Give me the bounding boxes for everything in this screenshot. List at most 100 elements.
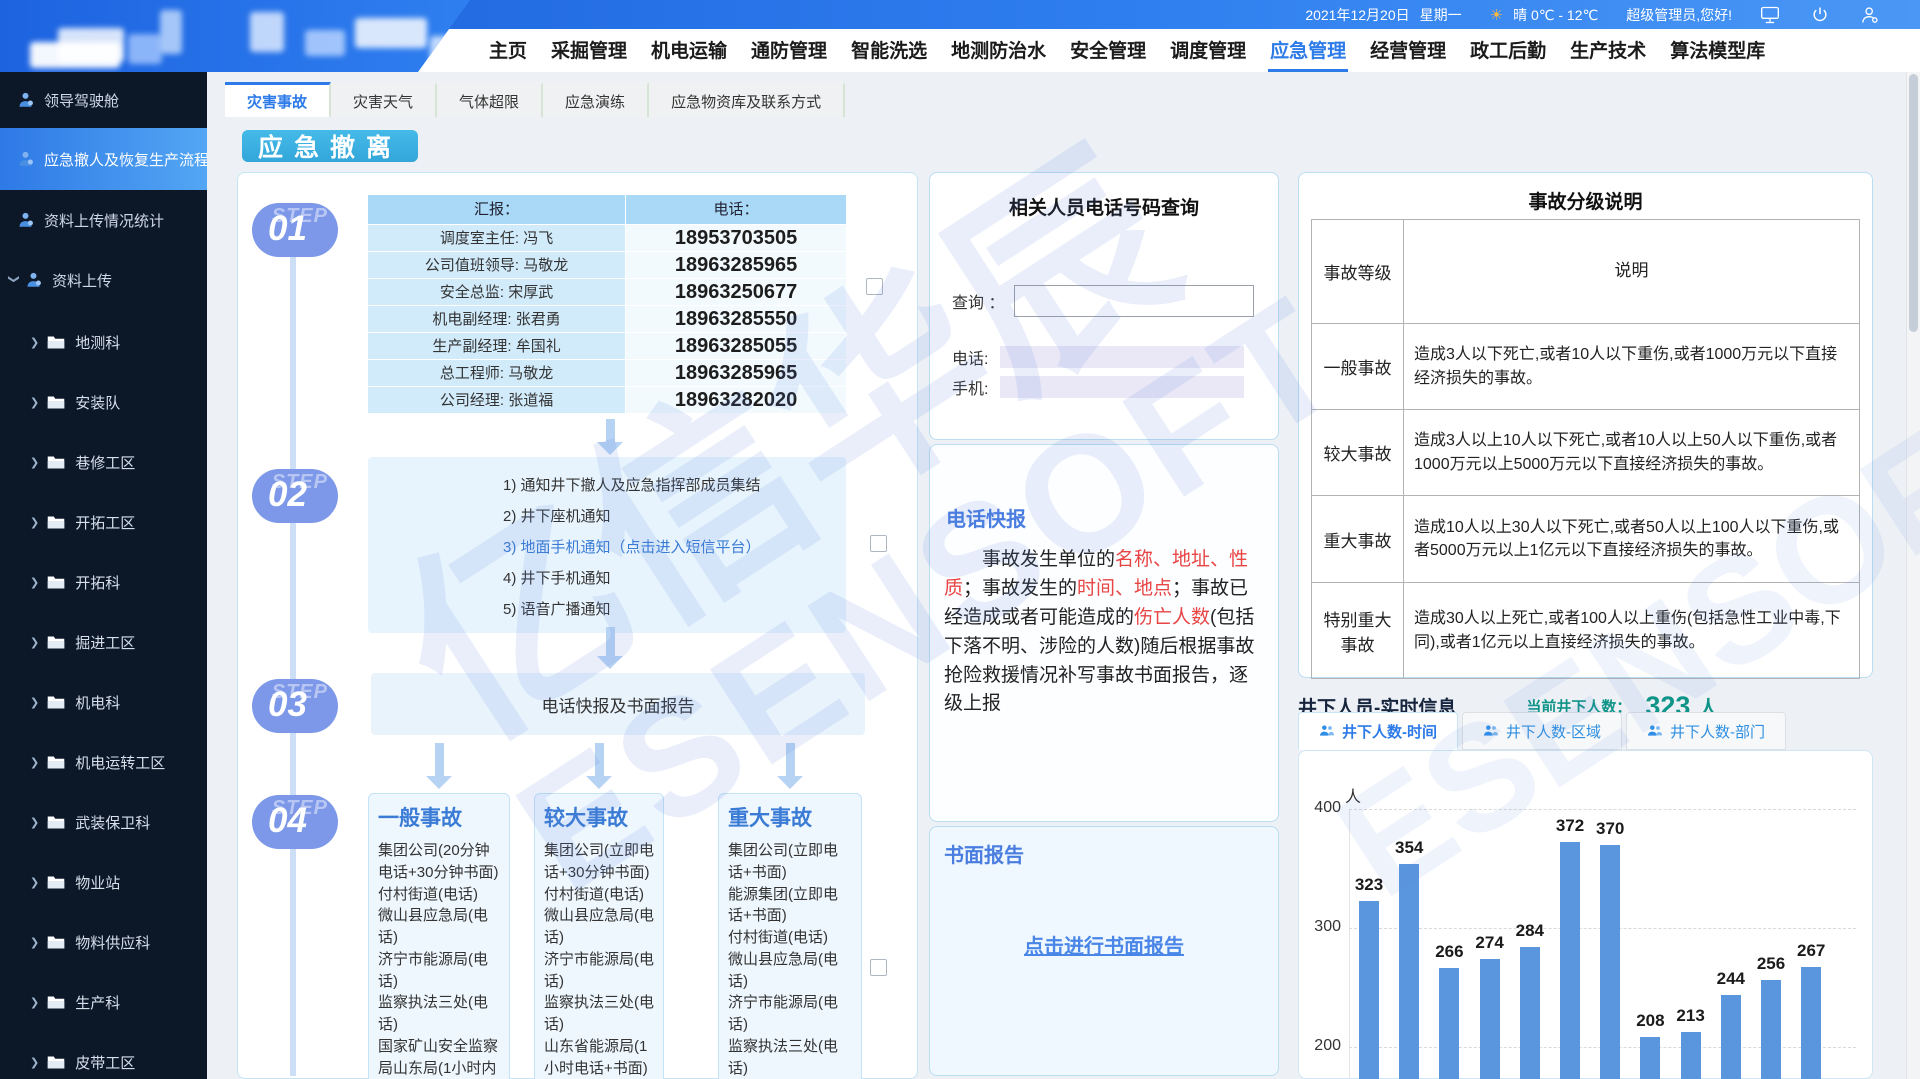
accident-box-line: 能源集团(立即电话+书面)	[728, 884, 852, 928]
contact-name: 公司值班领导: 马敬龙	[368, 252, 626, 279]
emergency-flow-panel: STEP01 汇报： 电话： 调度室主任: 冯飞18953703505公司值班领…	[237, 172, 918, 1079]
chart-tab-井下人数-区域[interactable]: 井下人数-区域	[1462, 712, 1622, 750]
grade-level: 一般事故	[1312, 324, 1404, 409]
paragraph-text: ；事故发生的	[963, 578, 1077, 599]
current-date: 2021年12月20日	[1305, 5, 1409, 25]
phone-bulletin-heading: 电话快报	[946, 503, 1278, 532]
nav-item-地测防治水[interactable]: 地测防治水	[949, 29, 1048, 72]
chart-tab-label: 井下人数-区域	[1506, 721, 1601, 742]
chart-bar	[1640, 1037, 1660, 1079]
sidebar-folder-武装保卫科[interactable]: ❯武装保卫科	[0, 792, 207, 852]
accident-box-line: 监察执法三处(电话)	[544, 992, 654, 1036]
chart-tab-井下人数-部门[interactable]: 井下人数-部门	[1626, 712, 1786, 750]
nav-item-采掘管理[interactable]: 采掘管理	[549, 29, 629, 72]
sidebar-folder-安装队[interactable]: ❯安装队	[0, 372, 207, 432]
sidebar-item-资料上传情况统计[interactable]: 资料上传情况统计	[0, 190, 207, 250]
accident-box-line: 付村街道(电话)	[544, 884, 654, 906]
tab-灾害天气[interactable]: 灾害天气	[331, 82, 437, 117]
table-row: 公司值班领导: 马敬龙18963285965	[368, 252, 846, 279]
sidebar-item-label: 领导驾驶舱	[44, 90, 119, 111]
sidebar-item-资料上传[interactable]: ❯资料上传	[0, 250, 207, 310]
sidebar-folder-开拓工区[interactable]: ❯开拓工区	[0, 492, 207, 552]
nav-item-应急管理[interactable]: 应急管理	[1268, 29, 1348, 72]
tab-灾害事故[interactable]: 灾害事故	[225, 82, 331, 117]
step2-checkbox[interactable]	[870, 535, 887, 552]
power-icon[interactable]	[1810, 5, 1830, 25]
chevron-right-icon: ❯	[30, 456, 39, 469]
step4-checkbox[interactable]	[870, 959, 887, 976]
nav-item-智能洗选[interactable]: 智能洗选	[849, 29, 929, 72]
nav-item-调度管理[interactable]: 调度管理	[1168, 29, 1248, 72]
sidebar-item-label: 应急撤人及恢复生产流程	[44, 149, 207, 170]
grade-col-desc: 说明	[1404, 220, 1859, 323]
sidebar-folder-生产科[interactable]: ❯生产科	[0, 972, 207, 1032]
query-card-title: 相关人员电话号码查询	[930, 193, 1278, 220]
scrollbar-thumb[interactable]	[1909, 74, 1918, 332]
sidebar-folder-物业站[interactable]: ❯物业站	[0, 852, 207, 912]
folder-icon	[39, 755, 75, 770]
chart-bar	[1520, 947, 1540, 1079]
contact-phone: 18963285550	[626, 306, 846, 333]
tab-应急物资库及联系方式[interactable]: 应急物资库及联系方式	[649, 82, 845, 117]
user-settings-icon[interactable]	[1860, 5, 1880, 25]
sms-platform-link[interactable]: 3) 地面手机通知（点击进入短信平台）	[503, 532, 846, 563]
folder-icon	[39, 335, 75, 350]
person-icon	[0, 211, 44, 229]
folder-icon	[39, 815, 75, 830]
chart-bar	[1600, 845, 1620, 1079]
written-report-link[interactable]: 点击进行书面报告	[930, 930, 1278, 959]
tab-气体超限[interactable]: 气体超限	[437, 82, 543, 117]
grade-table: 事故等级 说明 一般事故造成3人以下死亡,或者10人以下重伤,或者1000万元以…	[1311, 219, 1860, 679]
folder-icon	[39, 1055, 75, 1070]
people-icon	[1319, 723, 1335, 739]
weather-text: 晴 0℃ - 12℃	[1513, 5, 1598, 25]
sidebar-folder-巷修工区[interactable]: ❯巷修工区	[0, 432, 207, 492]
sidebar-folder-物料供应科[interactable]: ❯物料供应科	[0, 912, 207, 972]
paragraph-text: 事故发生单位的	[944, 549, 1115, 570]
highlight-red-text: 伤亡人数	[1134, 607, 1210, 628]
person-icon	[0, 150, 44, 168]
contact-name: 公司经理: 张道福	[368, 387, 626, 414]
nav-item-算法模型库[interactable]: 算法模型库	[1668, 29, 1767, 72]
chart-tab-label: 井下人数-部门	[1670, 721, 1765, 742]
accident-box-line: 济宁市能源局(电话)	[728, 992, 852, 1036]
accident-box-line: 微山县应急局(电话)	[378, 905, 500, 949]
sidebar-folder-地测科[interactable]: ❯地测科	[0, 312, 207, 372]
chevron-right-icon: ❯	[30, 936, 39, 949]
grade-desc: 造成3人以上10人以下死亡,或者10人以上50人以下重伤,或者1000万元以上5…	[1404, 410, 1859, 495]
sidebar-item-领导驾驶舱[interactable]: 领导驾驶舱	[0, 72, 207, 128]
nav-item-安全管理[interactable]: 安全管理	[1068, 29, 1148, 72]
sidebar-folder-机电科[interactable]: ❯机电科	[0, 672, 207, 732]
nav-item-通防管理[interactable]: 通防管理	[749, 29, 829, 72]
nav-item-政工后勤[interactable]: 政工后勤	[1468, 29, 1548, 72]
page-title: 应急撤离	[242, 130, 418, 162]
y-axis-line	[1349, 809, 1350, 1078]
arrow-down-icon	[426, 743, 452, 789]
sidebar-folder-机电运转工区[interactable]: ❯机电运转工区	[0, 732, 207, 792]
sidebar-folder-掘进工区[interactable]: ❯掘进工区	[0, 612, 207, 672]
accident-box-line: 集团公司(立即电话+书面)	[728, 840, 852, 884]
nav-item-机电运输[interactable]: 机电运输	[649, 29, 729, 72]
nav-item-主页[interactable]: 主页	[487, 29, 529, 72]
tab-应急演练[interactable]: 应急演练	[543, 82, 649, 117]
written-report-heading: 书面报告	[944, 839, 1278, 868]
step1-checkbox[interactable]	[866, 278, 883, 295]
sidebar-item-应急撤人及恢复生产流程[interactable]: 应急撤人及恢复生产流程	[0, 128, 207, 190]
nav-item-经营管理[interactable]: 经营管理	[1368, 29, 1448, 72]
table-row: 生产副经理: 牟国礼18963285055	[368, 333, 846, 360]
app-logo	[0, 0, 470, 72]
accident-report-box-重大事故: 重大事故集团公司(立即电话+书面)能源集团(立即电话+书面)付村街道(电话)微山…	[718, 793, 862, 1079]
sidebar-folder-皮带工区[interactable]: ❯皮带工区	[0, 1032, 207, 1079]
nav-item-生产技术[interactable]: 生产技术	[1568, 29, 1648, 72]
contact-phone: 18963285055	[626, 333, 846, 360]
chart-bar-value: 213	[1665, 1006, 1717, 1026]
phone-bulletin-card: 电话快报 事故发生单位的名称、地址、性质；事故发生的时间、地点；事故已经造成或者…	[929, 444, 1279, 822]
chart-bar-value: 284	[1504, 921, 1556, 941]
chevron-right-icon: ❯	[30, 996, 39, 1009]
sidebar-folder-开拓科[interactable]: ❯开拓科	[0, 552, 207, 612]
chevron-right-icon: ❯	[30, 636, 39, 649]
monitor-icon[interactable]	[1760, 5, 1780, 25]
search-input[interactable]	[1014, 285, 1254, 317]
chart-tab-井下人数-时间[interactable]: 井下人数-时间	[1298, 712, 1458, 750]
grade-table-row: 特别重大事故造成30人以上死亡,或者100人以上重伤(包括急性工业中毒,下同),…	[1312, 583, 1859, 679]
